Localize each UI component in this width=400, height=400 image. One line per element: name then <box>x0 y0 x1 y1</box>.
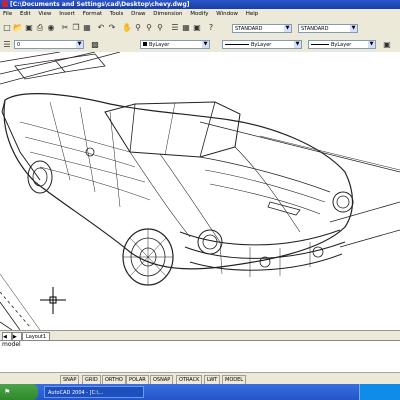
drawing-canvas[interactable] <box>0 52 400 330</box>
menu-view[interactable]: View <box>35 11 54 17</box>
color-swatch <box>143 42 147 46</box>
menu-insert[interactable]: Insert <box>56 11 78 17</box>
color-value: ByLayer <box>149 42 170 48</box>
linetype-sample <box>225 44 249 45</box>
lineweight-dropdown[interactable]: ByLayer ▼ <box>308 40 376 49</box>
lineweight-sample <box>311 44 329 45</box>
autocad-app-icon <box>2 1 8 7</box>
chevron-down-icon: ▼ <box>350 25 357 32</box>
menu-format[interactable]: Format <box>80 11 105 17</box>
cut-icon[interactable]: ✂ <box>60 23 70 33</box>
color-dropdown[interactable]: ByLayer ▼ <box>140 40 210 49</box>
zoom-window-icon[interactable]: ⚲ <box>144 23 154 33</box>
lineweight-value: ByLayer <box>331 42 352 48</box>
linetype-dropdown[interactable]: ByLayer ▼ <box>222 40 302 49</box>
title-bar: [C:\Documents and Settings\cad\Desktop\c… <box>0 0 400 9</box>
print-icon[interactable]: ⎙ <box>35 23 45 33</box>
crosshair-cursor-icon <box>40 287 66 314</box>
new-file-icon[interactable]: □ <box>2 23 12 33</box>
layer-value: 0 <box>17 42 21 48</box>
design-center-icon[interactable]: ▦ <box>181 23 191 33</box>
text-style-value: STANDARD <box>235 26 263 32</box>
menu-window[interactable]: Window <box>213 11 241 17</box>
layer-dropdown[interactable]: 0 ▼ <box>14 40 84 49</box>
chevron-down-icon: ▼ <box>76 41 83 48</box>
menu-draw[interactable]: Draw <box>128 11 148 17</box>
menu-file[interactable]: File <box>0 11 15 17</box>
dim-style-dropdown[interactable]: STANDARD ▼ <box>298 24 358 33</box>
menu-dimension[interactable]: Dimension <box>150 11 185 17</box>
car-wireframe-drawing <box>0 52 400 330</box>
standard-toolbar: □ 📂 ▣ ⎙ ◉ ✂ ❐ ▦ ↶ ↷ ✋ ⚲ ⚲ ⚲ ☰ ▦ ▣ ? STAN… <box>0 19 400 39</box>
linetype-value: ByLayer <box>251 42 272 48</box>
undo-icon[interactable]: ↶ <box>96 23 106 33</box>
make-current-icon[interactable]: ▩ <box>90 40 100 50</box>
zoom-realtime-icon[interactable]: ⚲ <box>133 23 143 33</box>
properties-icon[interactable]: ☰ <box>170 23 180 33</box>
start-button[interactable]: ⚑ <box>0 384 38 400</box>
dim-style-value: STANDARD <box>301 26 329 32</box>
text-style-dropdown[interactable]: STANDARD ▼ <box>232 24 292 33</box>
chevron-down-icon: ▼ <box>368 41 375 48</box>
menu-bar: File Edit View Insert Format Tools Draw … <box>0 9 400 19</box>
windows-taskbar: ⚑ AutoCAD 2004 - [C:\... <box>0 384 400 400</box>
paste-icon[interactable]: ▦ <box>82 23 92 33</box>
copy-icon[interactable]: ❐ <box>71 23 81 33</box>
tool-palettes-icon[interactable]: ▣ <box>192 23 202 33</box>
window-title: [C:\Documents and Settings\cad\Desktop\c… <box>10 1 190 8</box>
help-icon[interactable]: ? <box>206 23 216 33</box>
zoom-previous-icon[interactable]: ⚲ <box>155 23 165 33</box>
plot-style-icon[interactable]: ▣ <box>382 40 392 50</box>
chevron-down-icon: ▼ <box>294 41 301 48</box>
layer-manager-icon[interactable]: ☰ <box>2 40 12 50</box>
chevron-down-icon: ▼ <box>202 41 209 48</box>
menu-tools[interactable]: Tools <box>107 11 127 17</box>
system-tray <box>359 384 400 400</box>
menu-help[interactable]: Help <box>243 11 262 17</box>
properties-toolbar: ☰ 0 ▼ ▩ ByLayer ▼ ByLayer ▼ ByLayer ▼ ▣ <box>0 38 400 53</box>
command-line[interactable]: model <box>0 340 400 372</box>
preview-icon[interactable]: ◉ <box>46 23 56 33</box>
chevron-down-icon: ▼ <box>284 25 291 32</box>
command-line-text: model <box>2 341 21 348</box>
save-icon[interactable]: ▣ <box>24 23 34 33</box>
menu-edit[interactable]: Edit <box>17 11 34 17</box>
pan-icon[interactable]: ✋ <box>122 23 132 33</box>
taskbar-item-autocad[interactable]: AutoCAD 2004 - [C:\... <box>44 386 144 398</box>
redo-icon[interactable]: ↷ <box>107 23 117 33</box>
menu-modify[interactable]: Modify <box>187 11 211 17</box>
open-file-icon[interactable]: 📂 <box>13 23 23 33</box>
